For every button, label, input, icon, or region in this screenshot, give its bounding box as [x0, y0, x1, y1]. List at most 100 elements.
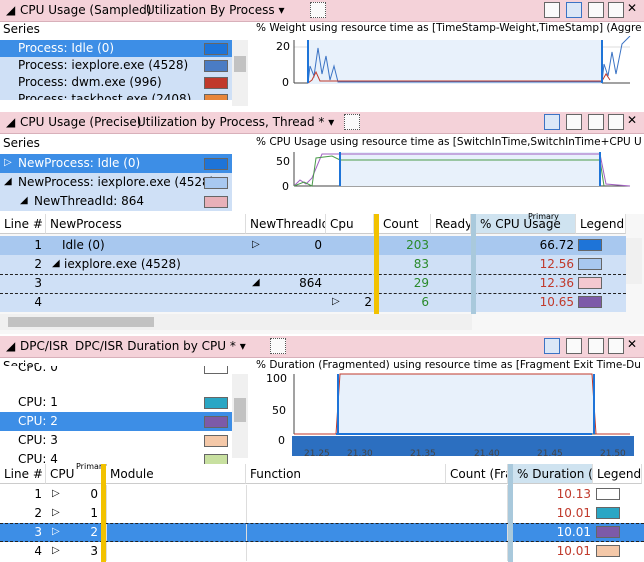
duration-cell: 10.01 [556, 506, 591, 520]
panel1-preset-dropdown[interactable]: Utilization By Process ▾ [146, 3, 284, 17]
series-item[interactable]: Process: Idle (0) [0, 40, 232, 57]
line-number: 2 [34, 506, 42, 520]
legend-swatch[interactable] [596, 545, 620, 557]
series-label: CPU: 0 [18, 366, 58, 374]
column-header[interactable]: % Duration (... [513, 464, 593, 484]
grouping-bar[interactable] [374, 214, 379, 314]
selection-icon[interactable] [270, 338, 286, 354]
grouping-bar[interactable] [101, 464, 106, 562]
chart-type-icon[interactable] [286, 2, 302, 18]
graph-table-icon[interactable] [566, 2, 582, 18]
series-item[interactable]: ◢ NewProcess: iexplore.exe (4528) [0, 173, 232, 192]
expander-icon[interactable]: ◢ [52, 256, 60, 275]
minimize-icon[interactable] [588, 114, 604, 130]
legend-swatch[interactable] [578, 258, 602, 270]
graphing-bar[interactable] [508, 464, 513, 562]
series-legend-swatch[interactable] [204, 77, 228, 89]
expander-icon[interactable]: ◢ [4, 176, 12, 187]
minimize-icon[interactable] [588, 2, 604, 18]
series-legend-swatch[interactable] [204, 196, 228, 208]
maximize-icon[interactable] [608, 2, 624, 18]
series-item[interactable]: ▷ NewProcess: Idle (0) [0, 154, 232, 173]
legend-swatch[interactable] [578, 296, 602, 308]
series-item[interactable]: Process: iexplore.exe (4528) [0, 57, 232, 74]
series-legend-swatch[interactable] [204, 158, 228, 170]
legend-swatch[interactable] [578, 277, 602, 289]
maximize-icon[interactable] [608, 338, 624, 354]
series-legend-swatch[interactable] [204, 94, 228, 100]
process-cell: Idle (0) [62, 238, 105, 252]
table-only-icon[interactable] [566, 114, 582, 130]
series-label: CPU: 1 [18, 395, 58, 409]
column-header[interactable]: Function [246, 464, 446, 484]
chart-type-icon[interactable] [246, 338, 262, 354]
panel3-time-axis[interactable] [292, 436, 634, 456]
collapse-icon[interactable]: ◢ [6, 339, 15, 353]
panel3-preset-dropdown[interactable]: DPC/ISR Duration by CPU * ▾ [75, 339, 246, 353]
panel2-vscroll[interactable] [626, 238, 642, 284]
series-item[interactable]: Process: taskhost.exe (2408) [0, 91, 232, 100]
series-item[interactable]: ◢ NewThreadId: 864 [0, 192, 232, 211]
series-item[interactable]: CPU: 2 [0, 412, 232, 431]
series-item[interactable]: CPU: 3 [0, 431, 232, 450]
collapse-icon[interactable]: ◢ [6, 3, 15, 17]
minimize-icon[interactable] [588, 338, 604, 354]
column-header[interactable]: Legend [593, 464, 642, 484]
graph-table-icon[interactable] [544, 114, 560, 130]
column-divider [246, 504, 247, 523]
panel2-hscroll[interactable] [0, 314, 472, 330]
expander-icon[interactable]: ◢ [20, 195, 28, 206]
series-label: Process: taskhost.exe (2408) [18, 92, 192, 100]
series-item[interactable]: CPU: 1 [0, 393, 232, 412]
series-legend-swatch[interactable] [204, 366, 228, 374]
series-legend-swatch[interactable] [204, 416, 228, 428]
selection-icon[interactable] [344, 114, 360, 130]
legend-swatch[interactable] [596, 526, 620, 538]
panel2-chart[interactable] [292, 150, 632, 208]
series-item[interactable]: CPU: 0 [0, 366, 232, 377]
panel3-y-label-0: 0 [278, 434, 285, 447]
panel1-chart[interactable] [292, 36, 632, 106]
column-header[interactable]: % CPU Usage [476, 214, 576, 234]
panel3-chart[interactable] [292, 372, 637, 436]
collapse-icon[interactable]: ◢ [6, 115, 15, 129]
series-legend-swatch[interactable] [204, 177, 228, 189]
column-header[interactable]: NewThreadId [246, 214, 326, 234]
close-icon[interactable]: ✕ [627, 113, 637, 127]
maximize-icon[interactable] [608, 114, 624, 130]
graph-only-icon[interactable] [544, 2, 560, 18]
series-legend-swatch[interactable] [204, 397, 228, 409]
column-divider [246, 523, 247, 542]
chart-type-icon[interactable] [318, 114, 334, 130]
column-header[interactable]: Cpu [326, 214, 374, 234]
panel2-preset-dropdown[interactable]: Utilization by Process, Thread * ▾ [137, 115, 334, 129]
column-header[interactable]: Module [106, 464, 246, 484]
expander-icon[interactable]: ▷ [4, 157, 12, 168]
cpu-usage-cell: 12.56 [539, 257, 574, 271]
cpu-cell: 0 [90, 487, 98, 501]
series-item[interactable]: Process: dwm.exe (996) [0, 74, 232, 91]
panel3-series-scrollbar[interactable] [232, 374, 248, 458]
graphing-bar[interactable] [471, 214, 476, 314]
legend-swatch[interactable] [596, 488, 620, 500]
series-legend-swatch[interactable] [204, 43, 228, 55]
selection-icon[interactable] [310, 2, 326, 18]
panel1-series-scrollbar[interactable] [232, 40, 248, 106]
series-legend-swatch[interactable] [204, 60, 228, 72]
close-icon[interactable]: ✕ [627, 337, 637, 351]
column-header[interactable]: Ready ( [431, 214, 471, 234]
column-header[interactable]: NewProcess [46, 214, 246, 234]
series-legend-swatch[interactable] [204, 435, 228, 447]
table-only-icon[interactable] [566, 338, 582, 354]
column-header[interactable]: Line # [0, 214, 46, 234]
close-icon[interactable]: ✕ [627, 1, 637, 15]
thread-cell [246, 255, 322, 274]
column-header[interactable]: Count (Fra [446, 464, 508, 484]
column-header[interactable]: Line # [0, 464, 46, 484]
legend-swatch[interactable] [596, 507, 620, 519]
panel3-chart-caption: % Duration (Fragmented) using resource t… [256, 359, 641, 371]
column-header[interactable]: Count [379, 214, 431, 234]
column-header[interactable]: Legend [576, 214, 626, 234]
graph-table-icon[interactable] [544, 338, 560, 354]
legend-swatch[interactable] [578, 239, 602, 251]
